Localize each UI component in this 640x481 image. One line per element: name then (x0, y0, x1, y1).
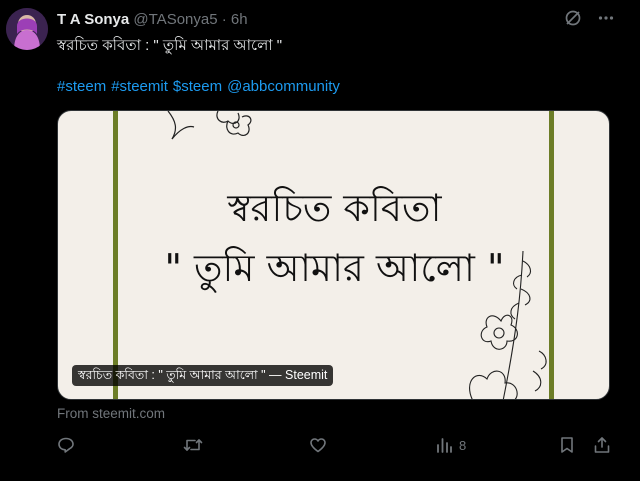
cashtag-steem[interactable]: $steem (173, 78, 222, 95)
reply-icon (58, 437, 74, 453)
link-card[interactable]: স্বরচিত কবিতা " তুমি আমার আলো " স্বরচিত … (57, 110, 610, 400)
author-handle[interactable]: @TASonya5 (133, 11, 217, 28)
hashtag-steem[interactable]: #steem (57, 78, 106, 95)
author-name[interactable]: T A Sonya (57, 11, 129, 28)
retweet-icon (183, 439, 203, 451)
like-button[interactable] (309, 436, 327, 454)
grok-icon[interactable] (564, 9, 582, 27)
card-caption: স্বরচিত কবিতা : " তুমি আমার আলো " — Stee… (72, 365, 334, 386)
share-button[interactable] (593, 436, 611, 454)
avatar-image (6, 8, 48, 50)
floral-decoration-top (167, 111, 252, 140)
bookmark-icon (561, 437, 573, 453)
card-source[interactable]: From steemit.com (57, 406, 165, 421)
views-count: 8 (459, 437, 467, 453)
like-icon (310, 438, 326, 453)
tweet-hashtags: #steem #steemit $steem @abbcommunity (57, 77, 345, 97)
retweet-button[interactable] (183, 436, 203, 454)
hashtag-steemit[interactable]: #steemit (111, 78, 168, 95)
tweet-header: T A Sonya @TASonya5 · 6h (57, 11, 248, 29)
tweet-top-actions (564, 9, 614, 27)
tweet-text: স্বরচিত কবিতা : " তুমি আমার আলো " (57, 37, 283, 54)
tweet-time[interactable]: 6h (231, 11, 248, 28)
share-icon (594, 437, 610, 453)
views-button[interactable]: 8 (435, 436, 466, 454)
card-image-title: স্বরচিত কবিতা (227, 186, 442, 230)
mention-abbcommunity[interactable]: @abbcommunity (227, 78, 340, 95)
more-icon[interactable] (598, 9, 614, 27)
separator-dot: · (221, 11, 227, 28)
tweet-actions: 8 (57, 436, 617, 456)
avatar[interactable] (6, 8, 48, 50)
card-image-subtitle: " তুমি আমার আলো " (164, 246, 505, 290)
bookmark-button[interactable] (559, 436, 575, 454)
views-icon (437, 438, 452, 453)
reply-button[interactable] (57, 436, 75, 454)
tweet[interactable]: T A Sonya @TASonya5 · 6h স্বরচিত কবিতা :… (0, 0, 640, 481)
